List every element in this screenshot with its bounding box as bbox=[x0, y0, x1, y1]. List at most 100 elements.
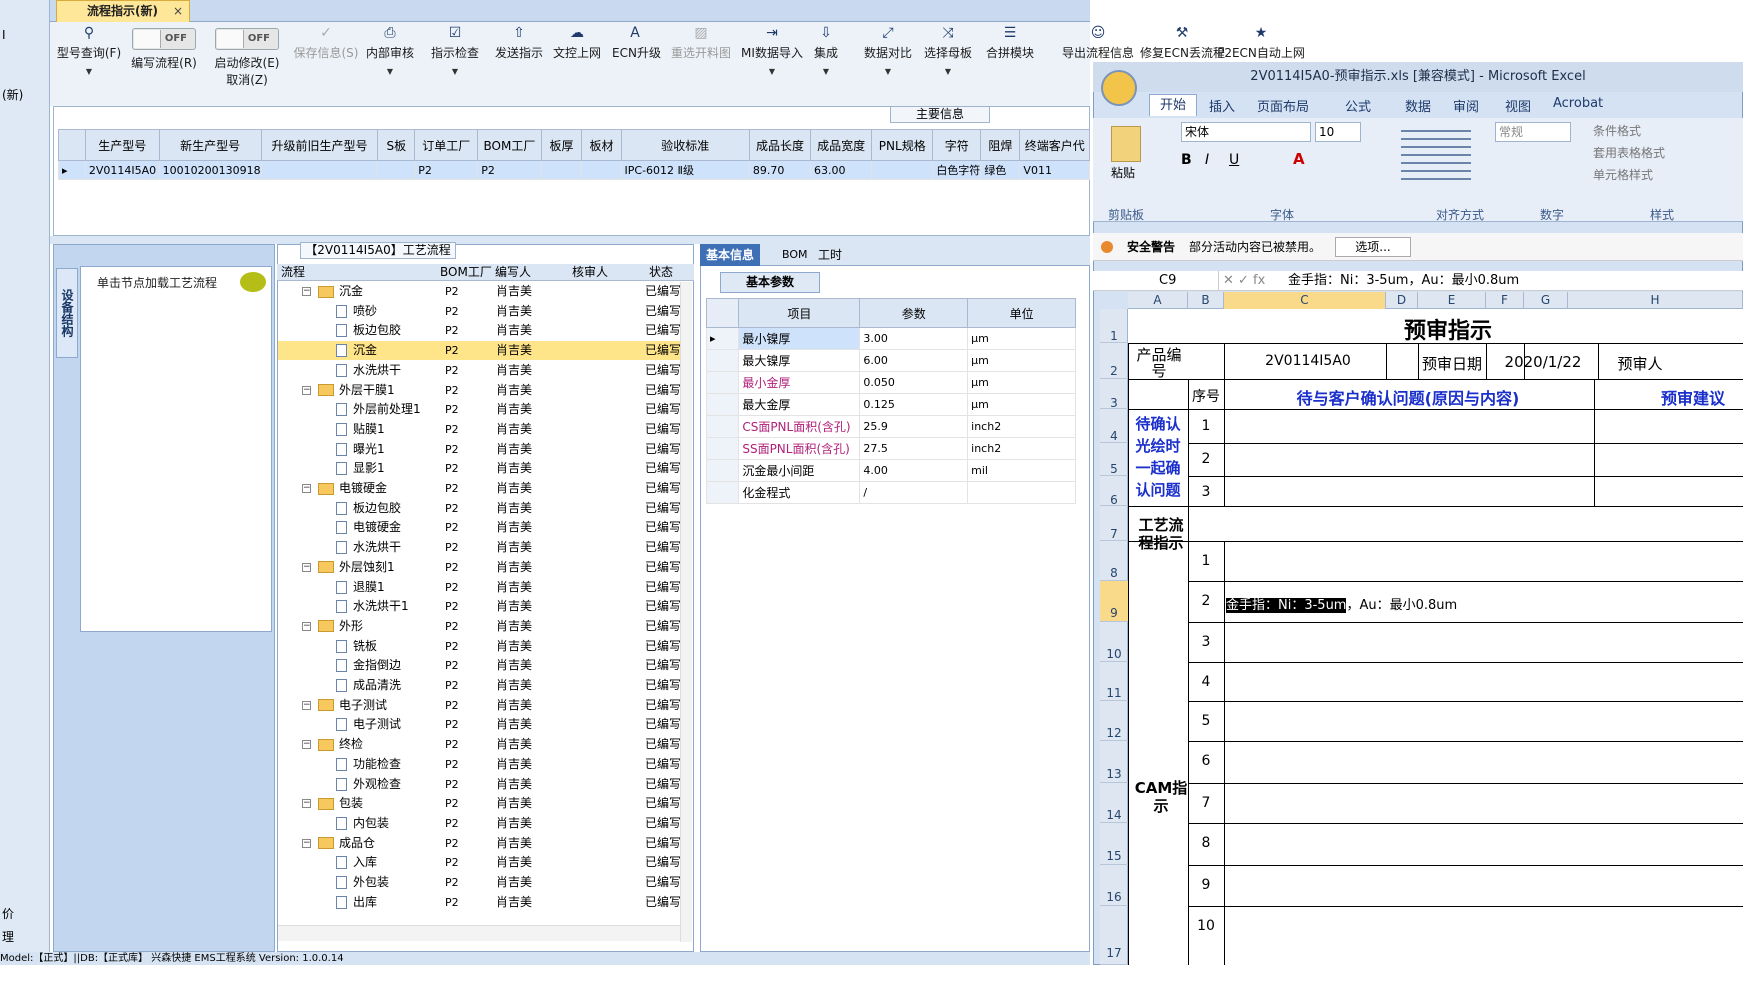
main-cell[interactable]: P2 bbox=[414, 160, 479, 180]
main-col-header[interactable]: 新生产型号 bbox=[158, 129, 262, 161]
tree-node[interactable]: − 电子测试 P2 肖吉美 已编写 bbox=[278, 696, 680, 715]
param-row[interactable]: 化金程式 / bbox=[705, 481, 1076, 504]
excel-row-header[interactable]: 10 bbox=[1100, 622, 1128, 662]
toolbar-button-0[interactable]: ⚲ 型号查询(F) ▼ bbox=[56, 22, 122, 106]
main-col-header[interactable]: PNL规格 bbox=[871, 129, 934, 161]
tree-node[interactable]: 喷砂 P2 肖吉美 已编写 bbox=[278, 302, 680, 321]
excel-row-header[interactable]: 11 bbox=[1100, 662, 1128, 701]
main-col-header[interactable]: 生产型号 bbox=[84, 129, 160, 161]
param-row[interactable]: SS面PNL面积(含孔) 27.5 inch2 bbox=[705, 437, 1076, 460]
tree-node[interactable]: 内包装 P2 肖吉美 已编写 bbox=[278, 814, 680, 833]
row-selector-icon[interactable]: ▸ bbox=[58, 160, 86, 180]
main-cell[interactable]: V011 bbox=[1019, 160, 1090, 180]
tab-device-structure[interactable]: 设备结构 bbox=[56, 268, 78, 358]
excel-row-header[interactable]: 4 bbox=[1100, 409, 1128, 443]
excel-row-header[interactable]: 14 bbox=[1100, 783, 1128, 823]
param-row[interactable]: CS面PNL面积(含孔) 25.9 inch2 bbox=[705, 415, 1076, 438]
excel-col-header[interactable]: C bbox=[1224, 292, 1386, 309]
tree-node[interactable]: 成品清洗 P2 肖吉美 已编写 bbox=[278, 676, 680, 695]
main-col-header[interactable]: 板材 bbox=[581, 129, 622, 161]
param-value[interactable]: 6.00 bbox=[859, 349, 969, 372]
chevron-down-icon[interactable]: ▼ bbox=[806, 67, 846, 76]
excel-col-header[interactable]: G bbox=[1524, 292, 1568, 309]
excel-row-header[interactable]: 1 bbox=[1100, 309, 1128, 343]
left-nav-item[interactable]: 理 bbox=[2, 928, 14, 945]
table-format-button[interactable]: 套用表格格式 bbox=[1593, 144, 1665, 161]
main-col-header[interactable]: S板 bbox=[377, 129, 416, 161]
number-format-box[interactable]: 常规 bbox=[1495, 122, 1571, 142]
main-cell[interactable] bbox=[581, 160, 622, 180]
row-selector[interactable] bbox=[705, 481, 740, 504]
tree-node[interactable]: − 终检 P2 肖吉美 已编写 bbox=[278, 735, 680, 754]
main-cell[interactable] bbox=[260, 160, 379, 180]
tree-vertical-scrollbar[interactable] bbox=[680, 282, 692, 942]
toggle-switch[interactable]: OFF bbox=[215, 28, 279, 50]
toolbar-button-6[interactable]: ⇧ 发送指示 bbox=[492, 22, 546, 106]
tree-node[interactable]: 水洗烘干1 P2 肖吉美 已编写 bbox=[278, 597, 680, 616]
main-cell[interactable]: 10010200130918 bbox=[158, 160, 262, 180]
tab-work-hours[interactable]: 工时 bbox=[812, 244, 848, 266]
excel-col-header[interactable]: E bbox=[1418, 292, 1486, 309]
toolbar-button-2[interactable]: OFF 启动修改(E) 取消(Z) bbox=[205, 22, 289, 106]
row-selector[interactable] bbox=[705, 459, 740, 482]
main-cell[interactable]: 绿色 bbox=[980, 160, 1021, 180]
tab-basic-info[interactable]: 基本信息 bbox=[700, 244, 761, 266]
param-value[interactable]: 25.9 bbox=[859, 415, 969, 438]
excel-col-header[interactable]: F bbox=[1486, 292, 1524, 309]
row-selector[interactable] bbox=[705, 393, 740, 416]
tab-bom[interactable]: BOM bbox=[776, 244, 814, 266]
excel-sheet[interactable]: 预审指示 产品编号 2V0114I5A0 预审日期 2020/1/22 预审人 序号 待与客户… bbox=[1128, 309, 1743, 965]
toolbar-button-12[interactable]: ⤢ 数据对比 ▼ bbox=[862, 22, 914, 106]
align-icon[interactable] bbox=[1401, 124, 1471, 184]
bold-button[interactable]: B bbox=[1181, 152, 1192, 168]
main-cell[interactable] bbox=[871, 160, 934, 180]
toolbar-button-8[interactable]: A ECN升级 bbox=[612, 22, 661, 106]
options-button[interactable]: 选项... bbox=[1335, 237, 1411, 257]
tree-node[interactable]: 出库 P2 肖吉美 已编写 bbox=[278, 893, 680, 912]
main-col-header[interactable]: 成品长度 bbox=[748, 129, 812, 161]
param-value[interactable]: 27.5 bbox=[859, 437, 969, 460]
tree-node[interactable]: 沉金 P2 肖吉美 已编写 bbox=[278, 341, 680, 361]
tree-node[interactable]: 外观检查 P2 肖吉美 已编写 bbox=[278, 775, 680, 794]
excel-row-header[interactable]: 7 bbox=[1100, 506, 1128, 541]
chevron-down-icon[interactable]: ▼ bbox=[56, 67, 122, 76]
conditional-format-button[interactable]: 条件格式 bbox=[1593, 122, 1641, 139]
excel-col-header[interactable]: A bbox=[1128, 292, 1188, 309]
tree-node[interactable]: 贴膜1 P2 肖吉美 已编写 bbox=[278, 420, 680, 439]
param-row[interactable]: 最大金厚 0.125 μm bbox=[705, 393, 1076, 416]
font-color-icon[interactable]: A bbox=[1293, 150, 1305, 168]
excel-tab[interactable]: 插入 bbox=[1209, 96, 1235, 115]
main-cell[interactable] bbox=[377, 160, 416, 180]
close-icon[interactable]: × bbox=[173, 1, 183, 21]
collapse-icon[interactable]: − bbox=[302, 700, 311, 710]
chevron-down-icon[interactable]: ▼ bbox=[862, 67, 914, 76]
toolbar-button-3[interactable]: ✓ 保存信息(S) bbox=[293, 22, 359, 106]
excel-row-header[interactable]: 16 bbox=[1100, 865, 1128, 906]
param-row[interactable]: ▸ 最小镍厚 3.00 μm bbox=[705, 327, 1076, 350]
param-row[interactable]: 沉金最小间距 4.00 mil bbox=[705, 459, 1076, 482]
tree-node[interactable]: − 外层蚀刻1 P2 肖吉美 已编写 bbox=[278, 558, 680, 577]
row-selector[interactable] bbox=[705, 371, 740, 394]
font-size-box[interactable]: 10 bbox=[1315, 122, 1361, 142]
tree-col-flow[interactable]: 流程 bbox=[281, 264, 305, 281]
excel-tab[interactable]: 页面布局 bbox=[1257, 96, 1309, 115]
chevron-down-icon[interactable]: ▼ bbox=[920, 67, 976, 76]
main-cell[interactable]: IPC-6012 Ⅱ级 bbox=[620, 160, 750, 180]
tree-col-writer[interactable]: 编写人 bbox=[495, 264, 531, 281]
excel-row-header[interactable]: 3 bbox=[1100, 379, 1128, 410]
tree-node[interactable]: − 沉金 P2 肖吉美 已编写 bbox=[278, 282, 680, 301]
excel-tab[interactable]: 视图 bbox=[1505, 96, 1531, 115]
tree-node[interactable]: 铣板 P2 肖吉美 已编写 bbox=[278, 637, 680, 656]
param-value[interactable]: 4.00 bbox=[859, 459, 969, 482]
tree-node[interactable]: 退膜1 P2 肖吉美 已编写 bbox=[278, 578, 680, 597]
formula-input[interactable]: 金手指：Ni：3-5um，Au：最小0.8um bbox=[1288, 271, 1519, 291]
tab-basic-params[interactable]: 基本参数 bbox=[720, 272, 820, 293]
collapse-icon[interactable]: − bbox=[302, 287, 311, 296]
chevron-down-icon[interactable]: ▼ bbox=[363, 67, 417, 76]
main-cell[interactable]: P2 bbox=[477, 160, 542, 180]
collapse-icon[interactable]: − bbox=[302, 740, 311, 750]
tree-node[interactable]: 电子测试 P2 肖吉美 已编写 bbox=[278, 715, 680, 734]
tree-node[interactable]: 金指倒边 P2 肖吉美 已编写 bbox=[278, 656, 680, 675]
excel-tab[interactable]: 数据 bbox=[1405, 96, 1431, 115]
paste-icon[interactable] bbox=[1111, 126, 1141, 162]
